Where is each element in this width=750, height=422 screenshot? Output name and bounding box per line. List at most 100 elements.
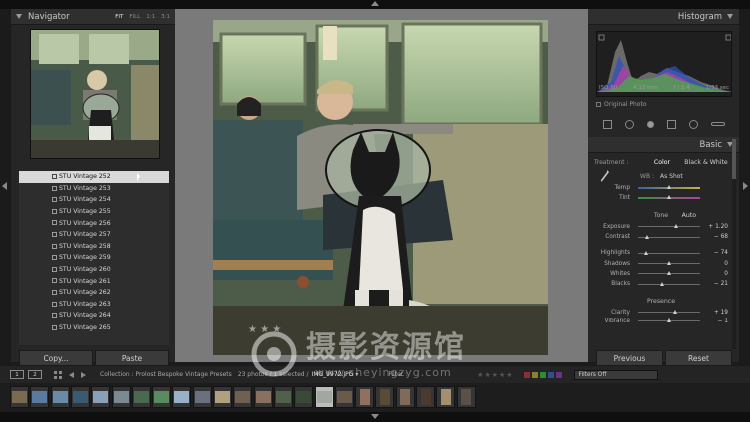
filmstrip-thumbnail[interactable]	[314, 386, 334, 408]
grid-view-icon[interactable]	[54, 370, 62, 379]
vibrance-slider[interactable]: Vibrance − 1	[594, 318, 729, 324]
bottom-panel-toggle-icon[interactable]	[371, 414, 379, 419]
original-photo-checkbox[interactable]	[596, 102, 601, 107]
main-photo[interactable]	[213, 20, 548, 355]
filmstrip-thumbnail[interactable]	[355, 386, 375, 408]
shadows-slider[interactable]: Shadows 0	[594, 258, 728, 268]
filmstrip-thumbnail[interactable]	[192, 386, 212, 408]
tint-slider[interactable]: Tint	[594, 193, 728, 203]
navigator-header[interactable]: Navigator FIT FILL 1:1 3:1	[11, 9, 175, 25]
filmstrip-thumbnail[interactable]	[10, 386, 29, 408]
filmstrip-thumbnail[interactable]	[131, 386, 151, 408]
zoom-1-1[interactable]: 1:1	[146, 14, 155, 20]
zoom-fill[interactable]: FILL	[129, 14, 140, 20]
slider-track[interactable]	[638, 318, 700, 323]
slider-knob[interactable]	[645, 234, 650, 239]
slider-knob[interactable]	[666, 318, 671, 323]
filter-select[interactable]: Filters Off	[573, 369, 658, 380]
filmstrip-thumbnail[interactable]	[294, 386, 314, 408]
slider-knob[interactable]	[672, 310, 677, 315]
slider-track[interactable]	[638, 271, 700, 276]
purple-swatch[interactable]	[555, 371, 562, 378]
preset-item[interactable]: STU Vintage 260	[19, 264, 169, 276]
filmstrip-thumbnail[interactable]	[233, 386, 253, 408]
whites-slider[interactable]: Whites 0	[594, 269, 728, 279]
spot-removal-icon[interactable]	[624, 119, 634, 129]
preset-item[interactable]: STU Vintage 257	[19, 229, 169, 241]
graduated-filter-icon[interactable]	[667, 119, 677, 129]
filmstrip-thumbnail[interactable]	[334, 386, 354, 408]
slider-track[interactable]	[638, 250, 700, 255]
slider-track[interactable]	[638, 310, 700, 315]
blue-swatch[interactable]	[547, 371, 554, 378]
red-eye-icon[interactable]	[646, 120, 654, 128]
adjustment-brush-icon[interactable]	[711, 122, 726, 126]
slider-knob[interactable]	[666, 185, 671, 190]
slider-track[interactable]	[638, 281, 700, 286]
filmstrip-thumbnail[interactable]	[30, 386, 50, 408]
slider-knob[interactable]	[673, 224, 678, 229]
yellow-swatch[interactable]	[531, 371, 538, 378]
preset-item[interactable]: STU Vintage 264	[19, 310, 169, 322]
preset-item[interactable]: STU Vintage 254	[19, 194, 169, 206]
color-label-filters[interactable]	[523, 371, 562, 378]
contrast-slider[interactable]: Contrast − 68	[594, 232, 728, 242]
filmstrip-thumbnail[interactable]	[152, 386, 172, 408]
zoom-fit[interactable]: FIT	[115, 14, 123, 20]
highlights-slider[interactable]: Highlights − 74	[594, 248, 728, 258]
left-panel-toggle-icon[interactable]	[2, 182, 7, 190]
collapse-triangle-icon[interactable]	[16, 14, 22, 19]
collection-path[interactable]: Collection : Prolost Bespoke Vintage Pre…	[100, 371, 232, 378]
histogram-header[interactable]: Histogram	[588, 9, 739, 25]
treatment-color-option[interactable]: Color	[640, 159, 684, 166]
scrollbar-thumb[interactable]	[732, 139, 736, 179]
exposure-slider[interactable]: Exposure + 1.20	[594, 222, 728, 232]
slider-knob[interactable]	[659, 281, 664, 286]
slider-knob[interactable]	[643, 250, 648, 255]
eyedropper-icon[interactable]	[600, 169, 610, 183]
preset-item[interactable]: STU Vintage 259	[19, 252, 169, 264]
filmstrip-thumbnail[interactable]	[70, 386, 90, 408]
filmstrip-thumbnail[interactable]	[273, 386, 293, 408]
preset-item[interactable]: STU Vintage 252	[19, 171, 169, 183]
reset-button[interactable]: Reset	[665, 350, 732, 366]
rating-stars-icon[interactable]: ★★★★★	[477, 371, 513, 379]
basic-header[interactable]: Basic	[588, 137, 739, 153]
slider-track[interactable]	[638, 185, 700, 190]
original-photo-toggle[interactable]: Original Photo	[596, 101, 647, 108]
top-panel-toggle-icon[interactable]	[371, 1, 379, 6]
slider-track[interactable]	[638, 234, 700, 239]
primary-view-button[interactable]: 1	[10, 370, 24, 379]
slider-knob[interactable]	[666, 195, 671, 200]
preset-item[interactable]: STU Vintage 255	[19, 206, 169, 218]
red-swatch[interactable]	[523, 371, 530, 378]
zoom-3-1[interactable]: 3:1	[161, 14, 170, 20]
filmstrip-thumbnail[interactable]	[416, 386, 435, 408]
preset-item[interactable]: STU Vintage 256	[19, 217, 169, 229]
filmstrip-thumbnail[interactable]	[375, 386, 395, 408]
auto-tone-button[interactable]: Auto	[682, 212, 696, 219]
right-panel-toggle-icon[interactable]	[743, 182, 748, 190]
collapse-triangle-icon[interactable]	[727, 14, 733, 19]
slider-knob[interactable]	[666, 261, 671, 266]
treatment-bw-option[interactable]: Black & White	[684, 159, 728, 166]
preset-item[interactable]: STU Vintage 258	[19, 241, 169, 253]
filmstrip-thumbnail[interactable]	[456, 386, 476, 408]
filmstrip-thumbnail[interactable]	[91, 386, 111, 408]
radial-filter-icon[interactable]	[689, 119, 699, 129]
filmstrip-thumbnail[interactable]	[436, 386, 456, 408]
blacks-slider[interactable]: Blacks − 21	[594, 279, 728, 289]
previous-button[interactable]: Previous	[596, 350, 663, 366]
temp-slider[interactable]: Temp	[594, 183, 728, 193]
preset-item[interactable]: STU Vintage 263	[19, 299, 169, 311]
secondary-view-button[interactable]: 2	[28, 370, 42, 379]
filmstrip-thumbnail[interactable]	[50, 386, 70, 408]
slider-track[interactable]	[638, 224, 700, 229]
navigator-preview[interactable]	[30, 29, 160, 159]
slider-track[interactable]	[638, 261, 700, 266]
preset-item[interactable]: STU Vintage 253	[19, 183, 169, 195]
slider-knob[interactable]	[666, 271, 671, 276]
filmstrip-thumbnail[interactable]	[253, 386, 273, 408]
filmstrip-thumbnail[interactable]	[111, 386, 131, 408]
previous-arrow-icon[interactable]	[69, 371, 74, 378]
